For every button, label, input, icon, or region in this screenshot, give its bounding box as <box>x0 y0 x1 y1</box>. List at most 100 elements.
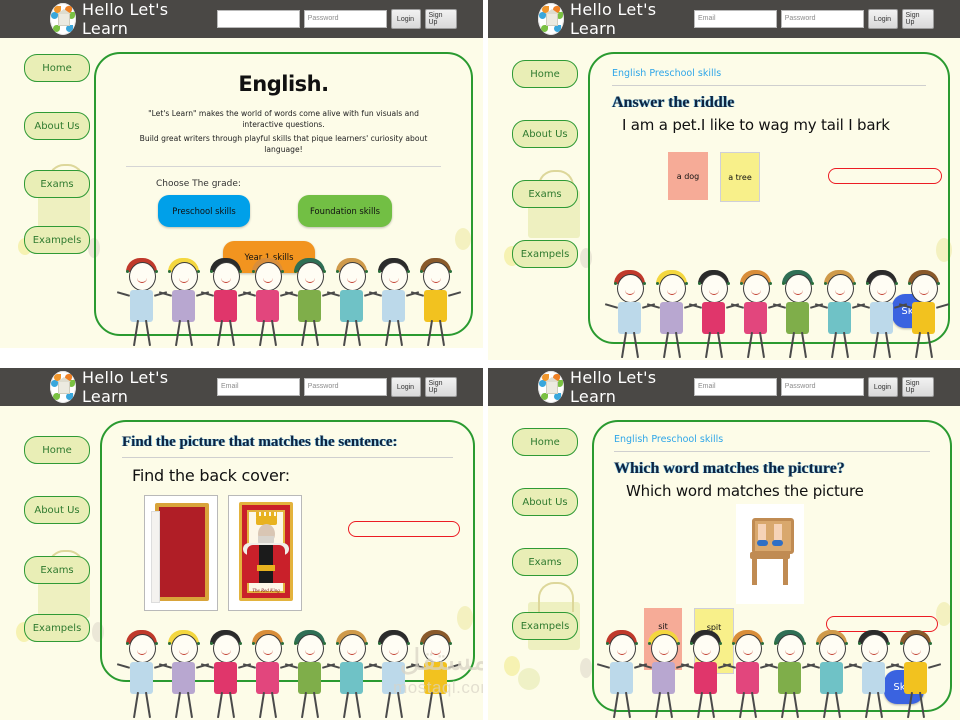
learning-logo-icon <box>538 3 564 35</box>
login-button[interactable]: Login <box>867 377 898 397</box>
choose-grade-label: Choose The grade: <box>156 178 241 189</box>
email-field[interactable]: Email <box>217 378 300 396</box>
signup-button[interactable]: Sign Up <box>901 377 934 397</box>
sidebar-item-home[interactable]: Home <box>24 436 90 464</box>
sidebar-item-label: Home <box>42 62 72 74</box>
sidebar-item-about-us[interactable]: About Us <box>24 112 90 140</box>
login-button[interactable]: Login <box>390 377 421 397</box>
sidebar-item-exampels[interactable]: Exampels <box>512 612 578 640</box>
content-card-inner: English. "Let's Learn" makes the world o… <box>96 54 471 334</box>
answer-options: a dog a tree <box>612 148 942 218</box>
answer-input[interactable] <box>828 168 942 184</box>
option-sit[interactable]: sit <box>644 608 682 670</box>
book-back-cover-image[interactable] <box>144 495 218 611</box>
sidebar-item-home[interactable]: Home <box>24 54 90 82</box>
grade-buttons: Preschool skills Foundation skills Year … <box>118 194 449 285</box>
password-field[interactable]: Password <box>780 10 864 28</box>
sidebar-item-about-us[interactable]: About Us <box>512 120 578 148</box>
question-title: Find the picture that matches the senten… <box>122 434 398 450</box>
sidebar-item-exampels[interactable]: Exampels <box>512 240 578 268</box>
brand[interactable]: Hello Let's Learn <box>538 0 694 38</box>
email-field[interactable]: Email <box>694 10 777 28</box>
content-card: English Preschool skills Answer the ridd… <box>588 52 950 344</box>
sidebar: Home About Us Exams Exampels <box>0 406 100 642</box>
option-a-tree[interactable]: a tree <box>720 152 760 202</box>
sidebar-item-home[interactable]: Home <box>512 60 578 88</box>
content-card-inner: Find the picture that matches the senten… <box>102 422 473 680</box>
divider <box>614 451 930 452</box>
divider <box>612 85 926 86</box>
sidebar-item-exams[interactable]: Exams <box>512 180 578 208</box>
password-field[interactable]: Password <box>303 10 387 28</box>
skip-button[interactable]: Skip <box>892 294 932 328</box>
answer-input[interactable] <box>826 616 938 632</box>
brand[interactable]: Hello Let's Learn <box>538 368 694 406</box>
email-placeholder: Email <box>698 15 716 22</box>
auth-box: Email Password Login Sign Up <box>694 9 934 29</box>
sidebar-item-home[interactable]: Home <box>512 428 578 456</box>
screenshot-grid: Hello Let's Learn Password Login Sign Up… <box>0 0 960 720</box>
answer-options: The Red King <box>122 495 460 625</box>
password-field[interactable]: Password <box>780 378 864 396</box>
login-button[interactable]: Login <box>390 9 421 29</box>
login-button[interactable]: Login <box>867 9 898 29</box>
sidebar-item-label: Home <box>530 68 560 80</box>
sidebar-item-label: Exams <box>40 564 74 576</box>
email-field[interactable] <box>217 10 300 28</box>
panel-which-word: Hello Let's Learn Email Password Login S… <box>488 368 960 720</box>
sidebar-item-label: Exampels <box>520 248 570 260</box>
top-bar: Hello Let's Learn Email Password Login S… <box>488 0 960 38</box>
learning-logo-icon <box>50 3 76 35</box>
signup-button[interactable]: Sign Up <box>901 9 934 29</box>
option-spit[interactable]: spit <box>694 608 734 674</box>
sidebar-item-exams[interactable]: Exams <box>24 170 90 198</box>
blob-decoration <box>504 656 520 676</box>
password-placeholder: Password <box>784 383 816 390</box>
password-placeholder: Password <box>307 15 339 22</box>
divider <box>126 165 441 167</box>
skip-button[interactable]: Skip <box>884 670 924 704</box>
sidebar-item-label: About Us <box>522 496 568 508</box>
boy-sitting-on-chair-image <box>736 504 804 604</box>
breadcrumb[interactable]: English Preschool skills <box>612 68 926 79</box>
grade-button-preschool[interactable]: Preschool skills <box>158 194 250 227</box>
sidebar-item-about-us[interactable]: About Us <box>24 496 90 524</box>
brand[interactable]: Hello Let's Learn <box>50 0 217 38</box>
sidebar-item-exampels[interactable]: Exampels <box>24 614 90 642</box>
intro-line-1: "Let's Learn" makes the world of words c… <box>148 109 419 130</box>
top-bar: Hello Let's Learn Email Password Login S… <box>488 368 960 406</box>
password-field[interactable]: Password <box>303 378 387 396</box>
grade-button-foundation[interactable]: Foundation skills <box>298 194 392 227</box>
grade-button-year1[interactable]: Year 1 skills <box>223 240 315 273</box>
book-title-caption: The Red King <box>252 589 280 594</box>
brand-name: Hello Let's Learn <box>82 368 169 406</box>
brand-name: Hello Let's Learn <box>82 0 169 38</box>
sidebar-item-label: About Us <box>522 128 568 140</box>
top-bar: Hello Let's Learn Email Password Login S… <box>0 368 483 406</box>
sidebar-item-exams[interactable]: Exams <box>512 548 578 576</box>
signup-button[interactable]: Sign Up <box>424 377 457 397</box>
answer-input[interactable] <box>348 521 460 537</box>
sidebar-item-exams[interactable]: Exams <box>24 556 90 584</box>
sidebar-item-label: Exams <box>528 556 562 568</box>
sidebar-item-exampels[interactable]: Exampels <box>24 226 90 254</box>
book-front-cover-image[interactable]: The Red King <box>228 495 302 611</box>
sidebar: Home About Us Exams Exampels <box>488 406 588 640</box>
signup-button[interactable]: Sign Up <box>424 9 457 29</box>
panel-gutter <box>488 360 960 368</box>
panel-answer-riddle: Hello Let's Learn Email Password Login S… <box>488 0 960 360</box>
answer-options: sit spit <box>614 504 938 674</box>
breadcrumb[interactable]: English Preschool skills <box>614 434 930 445</box>
email-field[interactable]: Email <box>694 378 777 396</box>
sidebar-item-label: Exampels <box>32 622 82 634</box>
sidebar-item-about-us[interactable]: About Us <box>512 488 578 516</box>
page-body: Home About Us Exams Exampels Find the pi… <box>0 406 483 720</box>
top-bar: Hello Let's Learn Password Login Sign Up <box>0 0 483 38</box>
brand-name: Hello Let's Learn <box>570 0 657 38</box>
option-a-dog[interactable]: a dog <box>668 152 708 200</box>
intro-line-2: Build great writers through playful skil… <box>139 133 428 155</box>
panel-gutter <box>0 348 483 368</box>
panel-home-english: Hello Let's Learn Password Login Sign Up… <box>0 0 483 348</box>
brand[interactable]: Hello Let's Learn <box>50 368 217 406</box>
page-body: Home About Us Exams Exampels English Pre… <box>488 406 960 720</box>
